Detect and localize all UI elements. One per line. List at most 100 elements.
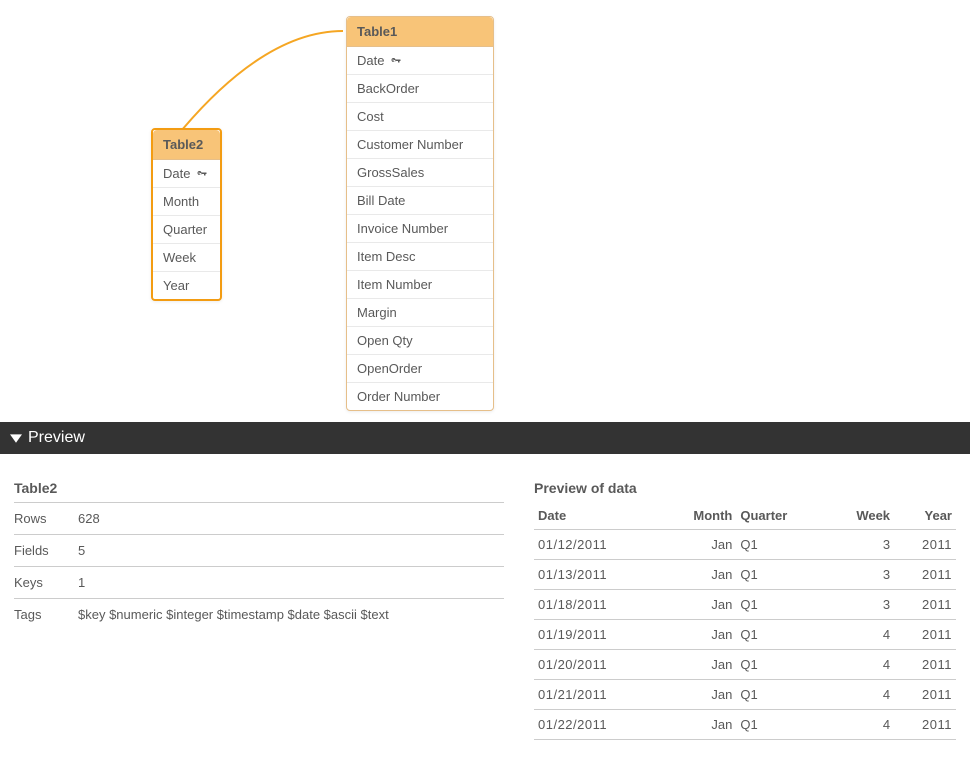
data-preview-panel: Preview of data Date Month Quarter Week … xyxy=(534,480,956,740)
col-date: Date xyxy=(534,502,660,530)
cell-date: 01/22/2011 xyxy=(534,710,660,740)
col-quarter: Quarter xyxy=(736,502,826,530)
cell-month: Jan xyxy=(660,590,737,620)
meta-row-fields: Fields 5 xyxy=(14,535,504,567)
meta-value: 5 xyxy=(78,535,504,567)
meta-label: Keys xyxy=(14,567,78,599)
cell-year: 2011 xyxy=(894,590,956,620)
field-label: Item Number xyxy=(357,277,432,292)
cell-month: Jan xyxy=(660,560,737,590)
cell-week: 4 xyxy=(826,650,894,680)
table-field[interactable]: Week xyxy=(153,244,220,272)
table-header-table2[interactable]: Table2 xyxy=(153,130,220,160)
key-icon xyxy=(390,55,402,67)
preview-header-bar[interactable]: Preview xyxy=(0,422,970,454)
field-label: Year xyxy=(163,278,189,293)
table-row[interactable]: 01/20/2011JanQ142011 xyxy=(534,650,956,680)
cell-quarter: Q1 xyxy=(736,680,826,710)
key-icon xyxy=(196,168,208,180)
table-field[interactable]: Item Number xyxy=(347,271,493,299)
table-header-table1[interactable]: Table1 xyxy=(347,17,493,47)
table-field[interactable]: Open Qty xyxy=(347,327,493,355)
col-year: Year xyxy=(894,502,956,530)
table-field[interactable]: Year xyxy=(153,272,220,299)
cell-year: 2011 xyxy=(894,620,956,650)
cell-quarter: Q1 xyxy=(736,620,826,650)
field-label: Margin xyxy=(357,305,397,320)
cell-quarter: Q1 xyxy=(736,590,826,620)
table-field[interactable]: Margin xyxy=(347,299,493,327)
field-label: Bill Date xyxy=(357,193,405,208)
meta-value: 628 xyxy=(78,503,504,535)
cell-week: 3 xyxy=(826,560,894,590)
cell-month: Jan xyxy=(660,650,737,680)
table-row[interactable]: 01/12/2011JanQ132011 xyxy=(534,530,956,560)
table-row[interactable]: 01/18/2011JanQ132011 xyxy=(534,590,956,620)
table-field[interactable]: Order Number xyxy=(347,383,493,410)
meta-table: Rows 628 Fields 5 Keys 1 Tags $key $nume… xyxy=(14,502,504,630)
cell-week: 3 xyxy=(826,530,894,560)
caret-down-icon xyxy=(10,432,22,444)
table-box-table2[interactable]: Table2 Date Month Quarter Week Year xyxy=(151,128,222,301)
meta-value: $key $numeric $integer $timestamp $date … xyxy=(78,599,504,631)
cell-month: Jan xyxy=(660,620,737,650)
table-field[interactable]: BackOrder xyxy=(347,75,493,103)
field-label: Invoice Number xyxy=(357,221,448,236)
table-row[interactable]: 01/22/2011JanQ142011 xyxy=(534,710,956,740)
meta-label: Fields xyxy=(14,535,78,567)
field-label: Quarter xyxy=(163,222,207,237)
cell-date: 01/21/2011 xyxy=(534,680,660,710)
cell-quarter: Q1 xyxy=(736,650,826,680)
table-field[interactable]: Customer Number xyxy=(347,131,493,159)
field-label: Date xyxy=(163,166,190,181)
cell-year: 2011 xyxy=(894,680,956,710)
table-field[interactable]: Month xyxy=(153,188,220,216)
cell-quarter: Q1 xyxy=(736,530,826,560)
field-label: BackOrder xyxy=(357,81,419,96)
cell-quarter: Q1 xyxy=(736,560,826,590)
table-title: Table1 xyxy=(357,24,397,39)
cell-date: 01/12/2011 xyxy=(534,530,660,560)
table-field[interactable]: Item Desc xyxy=(347,243,493,271)
cell-month: Jan xyxy=(660,680,737,710)
field-label: Cost xyxy=(357,109,384,124)
cell-date: 01/20/2011 xyxy=(534,650,660,680)
table-box-table1[interactable]: Table1 Date BackOrder Cost Customer Number G… xyxy=(346,16,494,411)
cell-month: Jan xyxy=(660,530,737,560)
col-month: Month xyxy=(660,502,737,530)
meta-title: Table2 xyxy=(14,480,504,502)
data-preview-table: Date Month Quarter Week Year 01/12/2011J… xyxy=(534,502,956,740)
cell-week: 4 xyxy=(826,620,894,650)
cell-year: 2011 xyxy=(894,560,956,590)
cell-date: 01/18/2011 xyxy=(534,590,660,620)
table-row[interactable]: 01/21/2011JanQ142011 xyxy=(534,680,956,710)
cell-week: 3 xyxy=(826,590,894,620)
table-title: Table2 xyxy=(163,137,203,152)
table-field[interactable]: Date xyxy=(347,47,493,75)
field-label: Month xyxy=(163,194,199,209)
cell-week: 4 xyxy=(826,710,894,740)
table-field[interactable]: Invoice Number xyxy=(347,215,493,243)
meta-row-tags: Tags $key $numeric $integer $timestamp $… xyxy=(14,599,504,631)
field-label: OpenOrder xyxy=(357,361,422,376)
table-field[interactable]: GrossSales xyxy=(347,159,493,187)
field-label: Customer Number xyxy=(357,137,463,152)
field-label: Item Desc xyxy=(357,249,416,264)
table-row[interactable]: 01/13/2011JanQ132011 xyxy=(534,560,956,590)
table-field[interactable]: OpenOrder xyxy=(347,355,493,383)
cell-month: Jan xyxy=(660,710,737,740)
data-model-canvas[interactable]: Table1 Date BackOrder Cost Customer Number G… xyxy=(0,0,970,422)
table-meta-panel: Table2 Rows 628 Fields 5 Keys 1 Tags $ke… xyxy=(14,480,504,740)
table-field[interactable]: Cost xyxy=(347,103,493,131)
cell-date: 01/19/2011 xyxy=(534,620,660,650)
table-field[interactable]: Date xyxy=(153,160,220,188)
table-field[interactable]: Bill Date xyxy=(347,187,493,215)
table-field[interactable]: Quarter xyxy=(153,216,220,244)
field-label: GrossSales xyxy=(357,165,424,180)
field-label: Open Qty xyxy=(357,333,413,348)
cell-date: 01/13/2011 xyxy=(534,560,660,590)
meta-label: Tags xyxy=(14,599,78,631)
table-row[interactable]: 01/19/2011JanQ142011 xyxy=(534,620,956,650)
meta-label: Rows xyxy=(14,503,78,535)
field-label: Date xyxy=(357,53,384,68)
